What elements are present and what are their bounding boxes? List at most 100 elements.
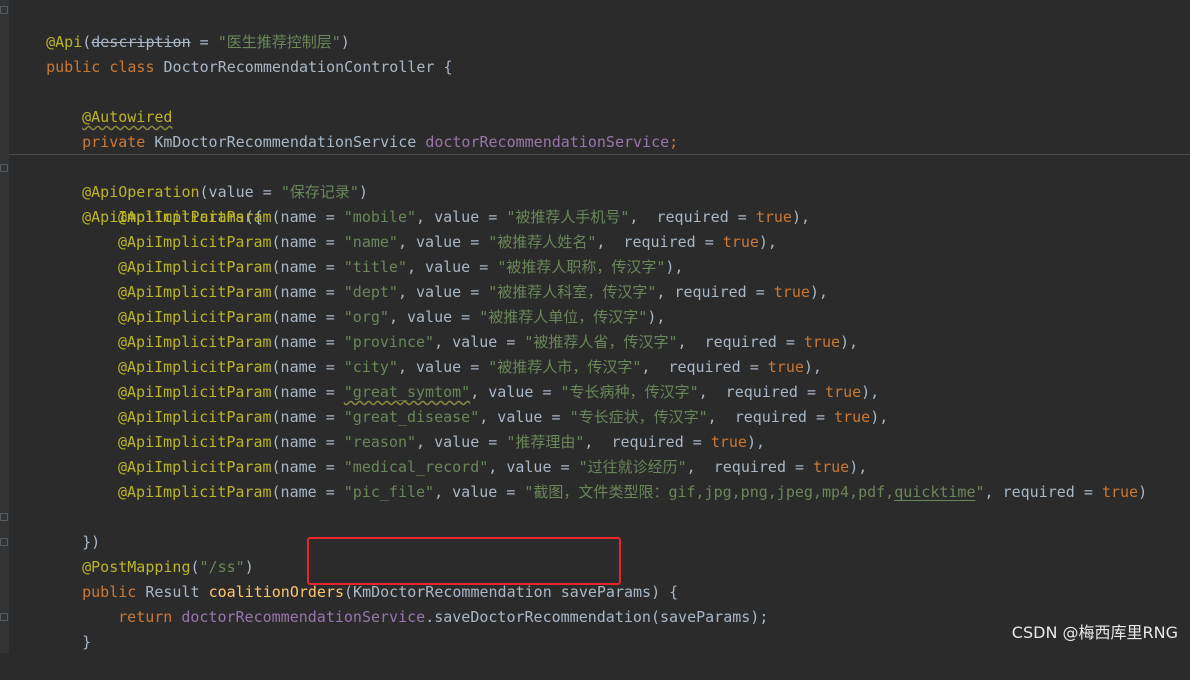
code-token: (name = <box>271 433 344 451</box>
keyword-token: private <box>82 133 146 151</box>
code-line-param[interactable]: @ApiImplicitParam(name = "dept", value =… <box>118 280 828 305</box>
code-token: , required = <box>596 233 723 251</box>
code-line-method-close[interactable]: } <box>46 605 91 651</box>
annotation-token: @ApiImplicitParam <box>118 458 272 476</box>
string-token: "title" <box>343 258 407 276</box>
annotation-token: @ApiImplicitParam <box>118 408 272 426</box>
code-line-class-declaration[interactable]: public class DoctorRecommendationControl… <box>10 30 452 76</box>
string-token: "专长症状，传汉字" <box>569 408 708 426</box>
string-token: "保存记录" <box>280 183 359 201</box>
code-token: ), <box>665 258 684 276</box>
code-token: , required = <box>698 383 826 401</box>
code-line-param[interactable]: @ApiImplicitParam(name = "great_disease"… <box>118 405 888 430</box>
code-token: (name = <box>271 383 344 401</box>
annotation-token: @ApiImplicitParam <box>118 433 272 451</box>
code-token: , value = <box>416 433 507 451</box>
code-token: (name = <box>271 408 344 426</box>
string-token: "截图，文件类型限：gif,jpg,png,jpeg,mp4,pdf, <box>524 483 895 501</box>
paren-token: ) <box>358 183 368 201</box>
fold-icon[interactable] <box>0 513 8 521</box>
string-token: "mobile" <box>343 208 417 226</box>
code-token: , value = <box>479 408 570 426</box>
semicolon-token: ; <box>669 133 679 151</box>
code-line-param[interactable]: @ApiImplicitParam(name = "province", val… <box>118 330 858 355</box>
annotation-token: @ApiImplicitParam <box>118 358 272 376</box>
code-token: (name = <box>271 458 344 476</box>
code-token: , value = <box>488 458 579 476</box>
string-token: "city" <box>343 358 398 376</box>
brace-token: } <box>82 633 92 651</box>
string-token: "被推荐人手机号" <box>506 208 630 226</box>
code-line-param[interactable]: @ApiImplicitParam(name = "org", value = … <box>118 305 665 330</box>
code-line-post-mapping[interactable]: @PostMapping("/ss") <box>46 530 254 576</box>
string-token: "great_symtom" <box>343 383 471 401</box>
annotation-token: @ApiImplicitParam <box>118 383 272 401</box>
code-line-api-operation[interactable]: @ApiOperation(value = "保存记录") <box>46 155 368 201</box>
code-line-param[interactable]: @ApiImplicitParam(name = "medical_record… <box>118 455 867 480</box>
code-line-service-field[interactable]: private KmDoctorRecommendationService do… <box>46 105 678 151</box>
field-token: doctorRecommendationService <box>425 133 670 151</box>
string-token: " <box>975 483 985 501</box>
code-token: , value = <box>416 208 507 226</box>
code-token: ), <box>791 208 811 226</box>
code-token: , required = <box>707 408 835 426</box>
annotation-token: @ApiImplicitParam <box>118 333 272 351</box>
string-token: "reason" <box>343 433 417 451</box>
code-token: , required = <box>686 458 814 476</box>
keyword-token: true <box>803 333 841 351</box>
code-line-autowired[interactable]: @Autowired <box>46 80 172 126</box>
annotation-token: @ApiImplicitParam <box>118 283 272 301</box>
fold-icon[interactable] <box>0 6 8 14</box>
code-line-param[interactable]: @ApiImplicitParam(name = "city", value =… <box>118 355 822 380</box>
editor-gutter[interactable] <box>0 0 9 653</box>
code-token: (name = <box>271 208 344 226</box>
keyword-token: true <box>1101 483 1139 501</box>
keyword-token: true <box>767 358 804 376</box>
code-token: (name = <box>271 358 344 376</box>
code-token: , value = <box>434 483 525 501</box>
code-line-param[interactable]: @ApiImplicitParam(name = "title", value … <box>118 255 683 280</box>
code-token: (name = <box>271 283 344 301</box>
code-token: , value = <box>434 333 525 351</box>
string-token: "dept" <box>343 283 398 301</box>
code-editor[interactable]: @Api(description = "医生推荐控制层") public cla… <box>0 0 1190 653</box>
keyword-token: true <box>813 458 850 476</box>
code-line-param[interactable]: @ApiImplicitParam(name = "great_symtom",… <box>118 380 879 405</box>
red-highlight-box <box>307 537 621 585</box>
field-token: doctorRecommendationService <box>172 608 426 626</box>
code-token: ), <box>870 408 889 426</box>
string-token: "被推荐人省，传汉字" <box>524 333 678 351</box>
string-token: "专长病种，传汉字" <box>560 383 699 401</box>
string-token: "pic_file" <box>343 483 435 501</box>
code-line-param[interactable]: @ApiImplicitParam(name = "mobile", value… <box>118 205 810 230</box>
code-token: , required = <box>656 283 774 301</box>
code-line-params-close[interactable]: }) <box>46 505 100 551</box>
string-token: "medical_record" <box>343 458 489 476</box>
code-line-api-implicit-params[interactable]: @ApiImplicitParams({ <box>46 180 263 226</box>
watermark: CSDN @梅西库里RNG <box>1011 623 1178 642</box>
string-token: "被推荐人科室，传汉字" <box>488 283 657 301</box>
fold-icon[interactable] <box>0 538 8 546</box>
code-token: ), <box>746 433 766 451</box>
string-token: "province" <box>343 333 435 351</box>
annotation-token: @ApiImplicitParam <box>118 308 272 326</box>
code-token: (name = <box>271 483 344 501</box>
fold-icon[interactable] <box>0 164 8 172</box>
code-token: , value = <box>407 258 498 276</box>
code-token: , value = <box>397 233 489 251</box>
string-token: quicktime <box>894 483 976 501</box>
code-line-api-annotation[interactable]: @Api(description = "医生推荐控制层") <box>10 5 350 51</box>
keyword-token: true <box>834 408 871 426</box>
code-line-param[interactable]: @ApiImplicitParam(name = "name", value =… <box>118 230 777 255</box>
annotation-token: @ApiImplicitParam <box>118 233 272 251</box>
string-token: "被推荐人职称，传汉字" <box>497 258 666 276</box>
code-token: ), <box>803 358 822 376</box>
annotation-token: @ApiImplicitParam <box>118 208 272 226</box>
keyword-token: true <box>773 283 810 301</box>
fold-icon[interactable] <box>0 613 8 621</box>
class-name-token: DoctorRecommendationController { <box>163 58 453 76</box>
code-line-param[interactable]: @ApiImplicitParam(name = "pic_file", val… <box>118 480 1147 505</box>
code-token: ), <box>840 333 859 351</box>
annotation-token: @ApiImplicitParam <box>118 258 272 276</box>
code-line-param[interactable]: @ApiImplicitParam(name = "reason", value… <box>118 430 765 455</box>
